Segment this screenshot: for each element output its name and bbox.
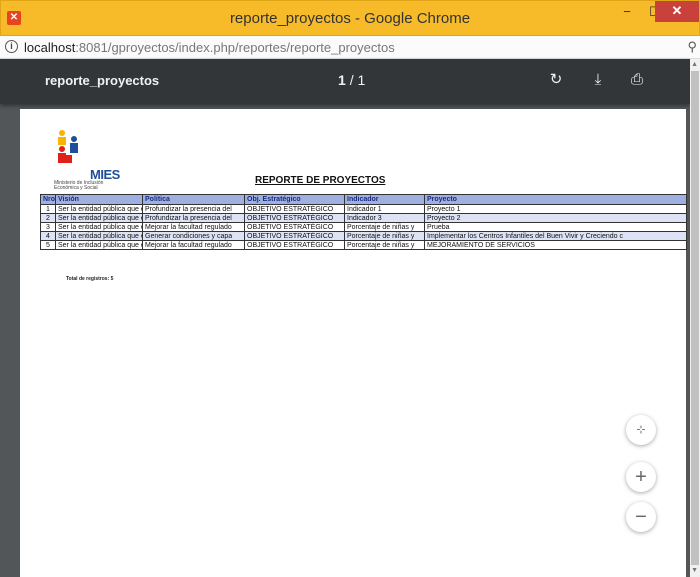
current-page[interactable]: 1 xyxy=(338,72,346,88)
column-header: Política xyxy=(142,194,245,205)
column-header: Visión xyxy=(55,194,143,205)
table-cell: Indicador 3 xyxy=(344,213,425,223)
url-path: :8081/gproyectos/index.php/reportes/repo… xyxy=(75,40,395,55)
scroll-up-arrow-icon[interactable]: ▲ xyxy=(691,61,698,68)
table-cell: 2 xyxy=(40,213,56,223)
pdf-document-title: reporte_proyectos xyxy=(45,73,160,88)
table-cell: OBJETIVO ESTRATÉGICO xyxy=(244,240,345,250)
table-cell: Profundizar la presencia del xyxy=(142,204,245,214)
address-bar[interactable]: i localhost:8081/gproyectos/index.php/re… xyxy=(0,36,700,59)
scroll-thumb[interactable] xyxy=(691,71,699,565)
table-cell: Ser la entidad pública que e xyxy=(55,213,143,223)
print-icon[interactable]: ⎙ xyxy=(627,70,647,90)
total-records: Total de registros: 5 xyxy=(66,276,114,282)
table-cell: Porcentaje de niñas y xyxy=(344,240,425,250)
column-header: Obj. Estratégico xyxy=(244,194,345,205)
column-header: Proyecto xyxy=(424,194,687,205)
table-cell: OBJETIVO ESTRATÉGICO xyxy=(244,231,345,241)
mies-logo: MIES Ministerio de Inclusión Económica y… xyxy=(54,129,134,191)
column-header: Indicador xyxy=(344,194,425,205)
total-pages: 1 xyxy=(357,72,366,88)
table-cell: 3 xyxy=(40,222,56,232)
table-cell: Ser la entidad pública que e xyxy=(55,240,143,250)
mies-logo-icon xyxy=(58,130,78,163)
report-table: Nro Visión Política Obj. Estratégico Ind… xyxy=(40,194,687,250)
pdf-toolbar: reporte_proyectos 1 / 1 ↻ ⤓ ⎙ xyxy=(0,59,690,104)
logo-subtitle: Ministerio de Inclusión Económica y Soci… xyxy=(54,180,104,191)
pdf-page: MIES Ministerio de Inclusión Económica y… xyxy=(20,109,687,577)
page-separator: / xyxy=(349,72,354,88)
table-row: 4 Ser la entidad pública que e Generar c… xyxy=(40,231,687,241)
table-row: 1 Ser la entidad pública que e Profundiz… xyxy=(40,204,687,214)
window-title: reporte_proyectos - Google Chrome xyxy=(229,10,471,27)
table-cell: Porcentaje de niñas y xyxy=(344,222,425,232)
table-cell: MEJORAMIENTO DE SERVICIOS xyxy=(424,240,687,250)
table-cell: 5 xyxy=(40,240,56,250)
scrollbar[interactable]: ▲ ▼ xyxy=(690,59,700,577)
table-cell: Proyecto 1 xyxy=(424,204,687,214)
table-row: 2 Ser la entidad pública que e Profundiz… xyxy=(40,213,687,223)
table-cell: OBJETIVO ESTRATÉGICO xyxy=(244,213,345,223)
table-cell: Profundizar la presencia del xyxy=(142,213,245,223)
close-button[interactable]: ✕ xyxy=(655,1,699,22)
table-cell: Mejorar la facultad regulado xyxy=(142,240,245,250)
column-header: Nro xyxy=(40,194,56,205)
report-title: REPORTE DE PROYECTOS xyxy=(255,175,386,186)
table-cell: Ser la entidad pública que e xyxy=(55,231,143,241)
table-cell: Mejorar la facultad regulado xyxy=(142,222,245,232)
table-cell: 4 xyxy=(40,231,56,241)
page-indicator: 1 / 1 xyxy=(338,72,365,88)
table-cell: 1 xyxy=(40,204,56,214)
table-cell: Indicador 1 xyxy=(344,204,425,214)
zoom-in-button[interactable]: + xyxy=(626,462,656,492)
table-row: 3 Ser la entidad pública que e Mejorar l… xyxy=(40,222,687,232)
window-titlebar: ✕ reporte_proyectos - Google Chrome − ☐ … xyxy=(0,0,700,36)
pdf-viewer: reporte_proyectos 1 / 1 ↻ ⤓ ⎙ MIES Minis… xyxy=(0,59,700,577)
table-cell: Generar condiciones y capa xyxy=(142,231,245,241)
table-cell: Porcentaje de niñas y xyxy=(344,231,425,241)
zoom-icon[interactable]: ⚲ xyxy=(687,39,697,55)
minimize-button[interactable]: − xyxy=(613,1,641,25)
url-host: localhost xyxy=(24,40,76,55)
table-cell: Implementar los Centros Infantiles del B… xyxy=(424,231,687,241)
info-icon[interactable]: i xyxy=(5,40,18,53)
table-cell: OBJETIVO ESTRATÉGICO xyxy=(244,222,345,232)
table-cell: Prueba xyxy=(424,222,687,232)
table-header-row: Nro Visión Política Obj. Estratégico Ind… xyxy=(40,194,687,205)
download-icon[interactable]: ⤓ xyxy=(588,70,608,90)
scroll-down-arrow-icon[interactable]: ▼ xyxy=(691,567,698,574)
table-cell: OBJETIVO ESTRATÉGICO xyxy=(244,204,345,214)
table-cell: Proyecto 2 xyxy=(424,213,687,223)
fit-to-page-button[interactable]: ⊹ xyxy=(626,415,656,445)
url-field[interactable]: localhost:8081/gproyectos/index.php/repo… xyxy=(24,40,395,55)
zoom-out-button[interactable]: − xyxy=(626,502,656,532)
table-cell: Ser la entidad pública que e xyxy=(55,222,143,232)
table-row: 5 Ser la entidad pública que e Mejorar l… xyxy=(40,240,687,250)
table-cell: Ser la entidad pública que e xyxy=(55,204,143,214)
rotate-icon[interactable]: ↻ xyxy=(546,70,566,90)
